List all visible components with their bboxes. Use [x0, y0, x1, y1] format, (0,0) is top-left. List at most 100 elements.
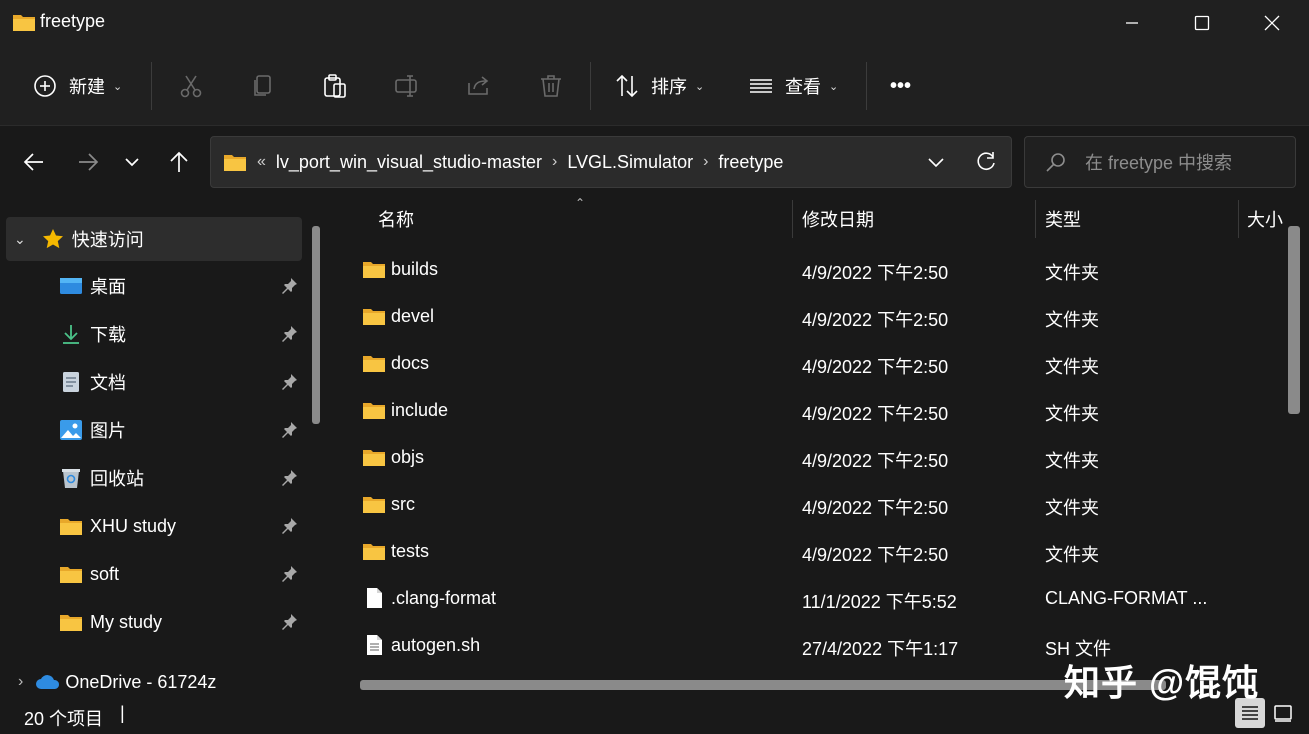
window-title: freetype — [40, 11, 106, 31]
file-name: docs — [391, 353, 430, 373]
breadcrumb-separator[interactable]: › — [552, 153, 557, 171]
rename-button[interactable] — [394, 64, 420, 108]
divider — [866, 62, 867, 110]
table-row[interactable]: docs 4/9/2022 下午2:50 文件夹 — [358, 340, 1278, 387]
chevron-down-icon — [125, 158, 139, 167]
breadcrumb-item[interactable]: LVGL.Simulator — [567, 152, 693, 173]
search-placeholder: 在 freetype 中搜索 — [1085, 153, 1233, 173]
sidebar-item-label: 下载 — [90, 325, 126, 345]
file-name: tests — [391, 541, 430, 561]
breadcrumb-separator[interactable]: › — [703, 153, 708, 171]
pin-icon[interactable] — [280, 421, 298, 439]
tiles-view-icon — [1274, 705, 1292, 722]
sidebar-item-documents[interactable]: 文档 — [6, 360, 302, 404]
table-row[interactable]: src 4/9/2022 下午2:50 文件夹 — [358, 481, 1278, 528]
table-row[interactable]: .clang-format 11/1/2022 下午5:52 CLANG-FORMA… — [358, 575, 1278, 622]
file-type: 文件夹 — [1045, 310, 1099, 330]
back-button[interactable] — [16, 144, 52, 180]
sidebar-item-pictures[interactable]: 图片 — [6, 408, 302, 452]
delete-button[interactable] — [538, 64, 564, 108]
file-icon — [367, 588, 382, 608]
divider — [151, 62, 152, 110]
large-icons-view-button[interactable] — [1268, 698, 1298, 728]
table-row[interactable]: objs 4/9/2022 下午2:50 文件夹 — [358, 434, 1278, 481]
scissors-icon — [180, 75, 202, 98]
rename-icon — [395, 75, 417, 97]
documents-icon — [58, 371, 84, 393]
sidebar-item-downloads[interactable]: 下载 — [6, 312, 302, 356]
navigation-pane: ⌄ 快速访问 桌面 下载 文档 图片 回收站 XHU study soft My… — [0, 196, 330, 696]
column-header-name[interactable]: 名称 — [378, 196, 414, 242]
search-icon — [1046, 153, 1065, 172]
file-list-scrollbar[interactable] — [1288, 226, 1300, 414]
copy-button[interactable] — [250, 64, 276, 108]
sidebar-item-xhu-study[interactable]: XHU study — [6, 504, 302, 548]
table-row[interactable]: tests 4/9/2022 下午2:50 文件夹 — [358, 528, 1278, 575]
column-divider[interactable] — [792, 200, 793, 238]
scrollbar-thumb[interactable] — [312, 226, 320, 424]
arrow-up-icon — [170, 151, 188, 172]
pin-icon[interactable] — [280, 565, 298, 583]
share-button[interactable] — [466, 64, 492, 108]
file-date: 4/9/2022 下午2:50 — [802, 451, 949, 471]
pin-icon[interactable] — [280, 277, 298, 295]
column-header-size[interactable]: 大小 — [1247, 196, 1283, 242]
address-history-button[interactable] — [911, 152, 961, 172]
download-icon — [58, 323, 84, 345]
minimize-button[interactable] — [1097, 0, 1167, 46]
table-row[interactable]: builds 4/9/2022 下午2:50 文件夹 — [358, 246, 1278, 293]
pin-icon[interactable] — [280, 373, 298, 391]
desktop-icon — [58, 275, 84, 297]
column-divider[interactable] — [1035, 200, 1036, 238]
breadcrumb-overflow[interactable]: « — [257, 153, 266, 171]
chevron-down-icon: ⌄ — [113, 80, 123, 93]
view-button[interactable]: 查看 ⌄ — [748, 64, 838, 108]
file-date: 11/1/2022 下午5:52 — [802, 592, 957, 612]
recent-locations-button[interactable] — [114, 144, 150, 180]
sidebar-item-desktop[interactable]: 桌面 — [6, 264, 302, 308]
sort-ascending-icon: ⌃ — [575, 196, 586, 210]
column-divider[interactable] — [1238, 200, 1239, 238]
horizontal-scrollbar[interactable] — [360, 680, 1166, 690]
sidebar-item-recycle-bin[interactable]: 回收站 — [6, 456, 302, 500]
sidebar-item-quick-access[interactable]: ⌄ 快速访问 — [6, 217, 302, 261]
close-button[interactable] — [1237, 0, 1307, 46]
file-date: 4/9/2022 下午2:50 — [802, 498, 949, 518]
up-button[interactable] — [161, 144, 197, 180]
file-name: src — [391, 494, 415, 514]
pin-icon[interactable] — [280, 613, 298, 631]
table-row[interactable]: devel 4/9/2022 下午2:50 文件夹 — [358, 293, 1278, 340]
folder-icon — [224, 155, 246, 171]
cut-button[interactable] — [178, 64, 204, 108]
sort-button[interactable]: 排序 ⌄ — [614, 64, 704, 108]
column-header-date[interactable]: 修改日期 — [802, 196, 874, 242]
maximize-icon — [1194, 15, 1210, 31]
forward-button[interactable] — [70, 144, 106, 180]
address-bar[interactable]: « lv_port_win_visual_studio-master › LVG… — [210, 136, 1012, 188]
sidebar-item-label: soft — [90, 563, 120, 584]
sidebar-item-label: My study — [90, 611, 163, 632]
new-button[interactable]: 新建 ⌄ — [32, 64, 122, 108]
table-row[interactable]: include 4/9/2022 下午2:50 文件夹 — [358, 387, 1278, 434]
maximize-button[interactable] — [1167, 0, 1237, 46]
breadcrumb-item[interactable]: lv_port_win_visual_studio-master — [276, 152, 542, 173]
file-date: 4/9/2022 下午2:50 — [802, 545, 949, 565]
breadcrumb-item[interactable]: freetype — [718, 152, 783, 173]
more-options-button[interactable]: ••• — [890, 64, 911, 108]
paste-button[interactable] — [322, 64, 348, 108]
folder-icon — [13, 15, 35, 31]
trash-icon — [541, 75, 561, 97]
sidebar-item-my-study[interactable]: My study — [6, 600, 302, 644]
search-input[interactable]: 在 freetype 中搜索 — [1024, 136, 1296, 188]
pin-icon[interactable] — [280, 469, 298, 487]
column-header-type[interactable]: 类型 — [1045, 196, 1081, 242]
refresh-button[interactable] — [961, 151, 1011, 173]
plus-circle-icon — [34, 75, 56, 97]
pin-icon[interactable] — [280, 517, 298, 535]
pin-icon[interactable] — [280, 325, 298, 343]
sidebar-scrollbar[interactable] — [310, 226, 322, 696]
folder-icon — [363, 497, 385, 513]
sidebar-item-soft[interactable]: soft — [6, 552, 302, 596]
file-date: 27/4/2022 下午1:17 — [802, 639, 959, 659]
file-date: 4/9/2022 下午2:50 — [802, 310, 949, 330]
